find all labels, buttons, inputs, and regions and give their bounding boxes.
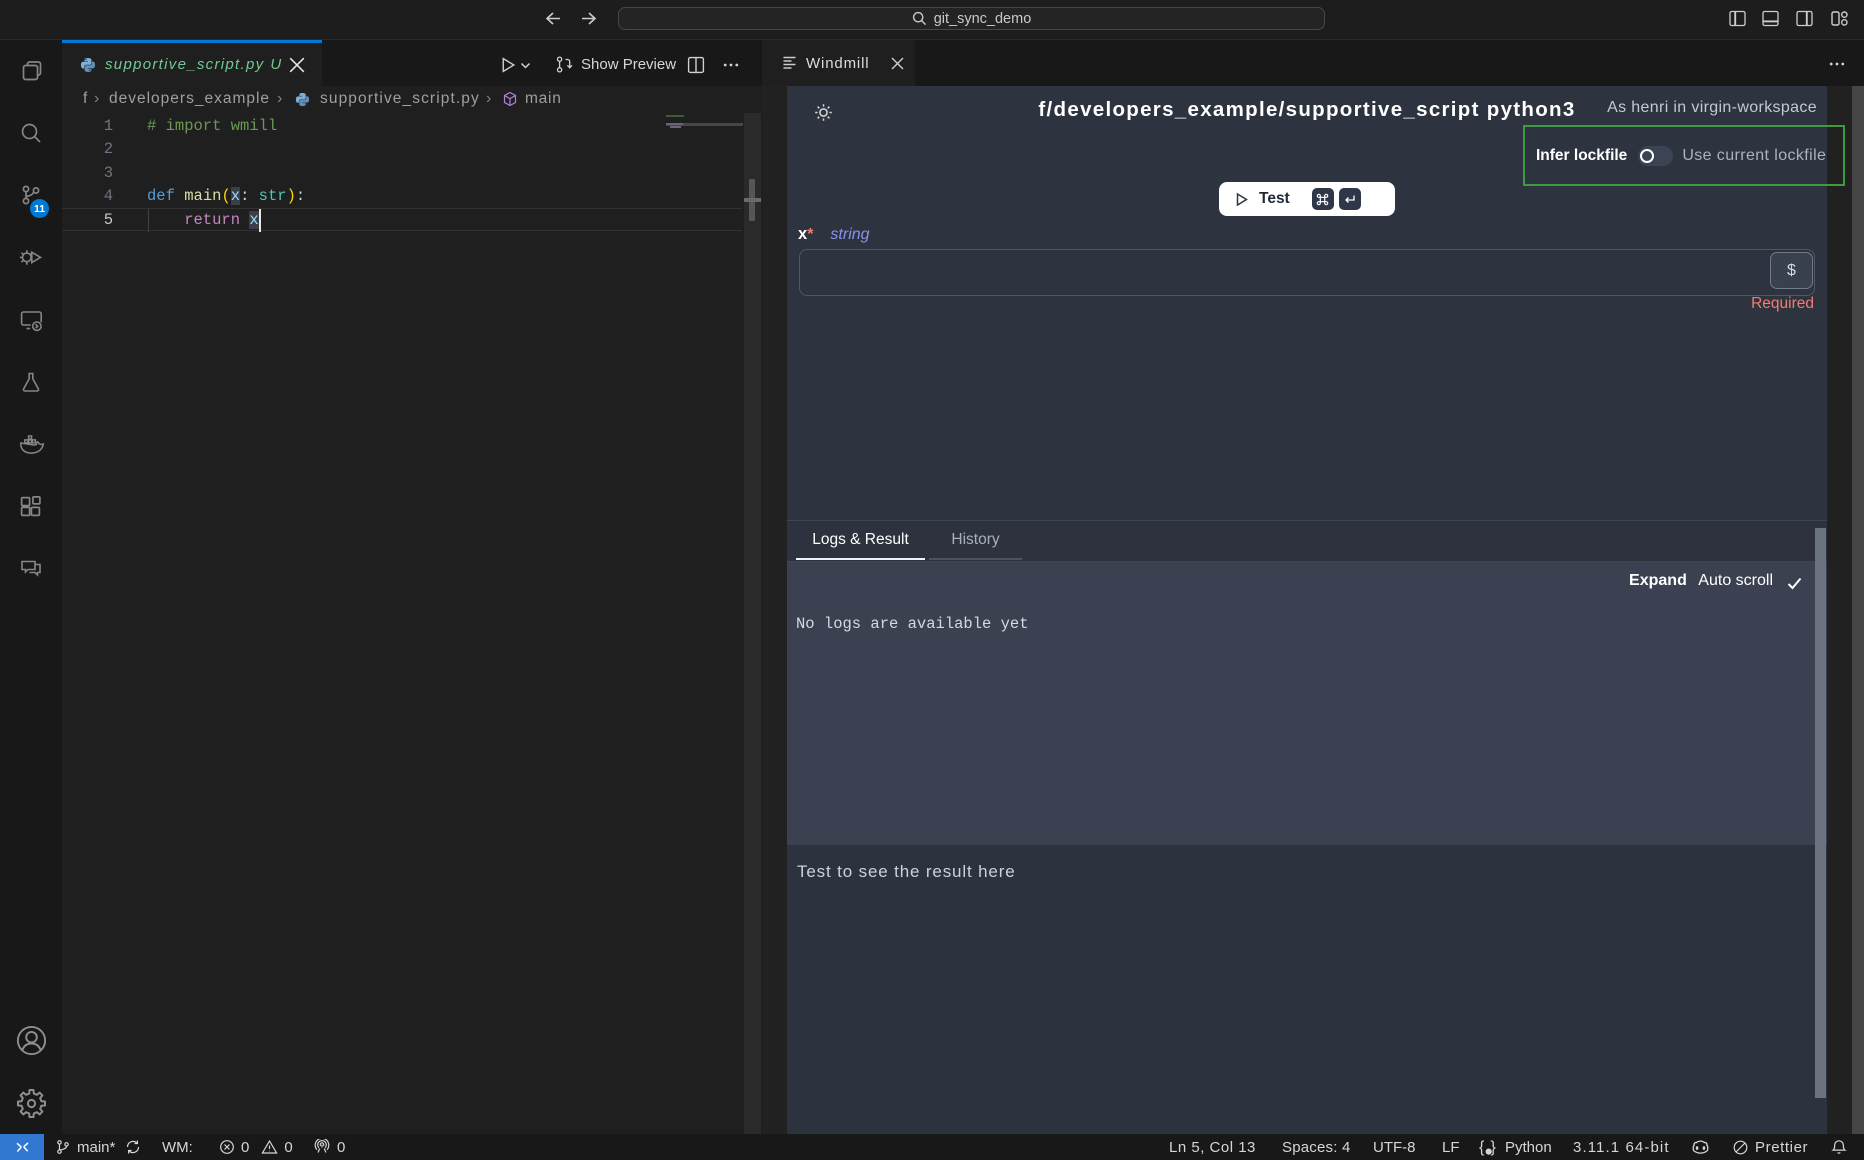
svg-text:{: { — [1479, 1139, 1485, 1156]
svg-text:}: } — [1491, 1139, 1497, 1156]
